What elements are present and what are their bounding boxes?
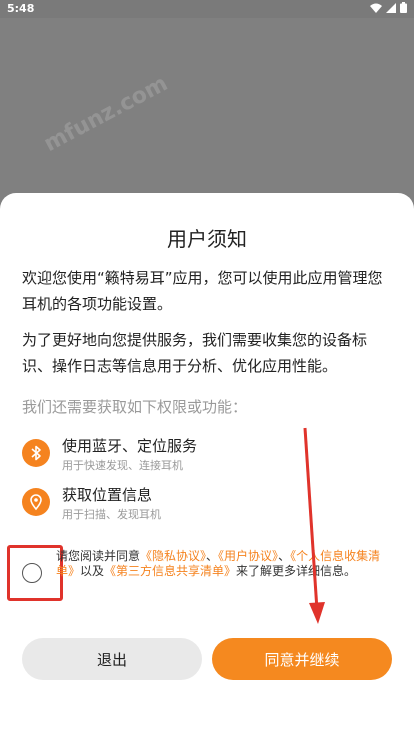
user-notice-dialog: 用户须知 欢迎您使用“籁特易耳”应用，您可以使用此应用管理您耳机的各项功能设置。… xyxy=(0,193,414,736)
battery-icon xyxy=(400,2,407,13)
permissions-intro: 我们还需要获取如下权限或功能： xyxy=(22,398,248,416)
location-pin-icon xyxy=(22,488,50,516)
bluetooth-icon xyxy=(22,439,50,467)
welcome-paragraph: 欢迎您使用“籁特易耳”应用，您可以使用此应用管理您耳机的各项功能设置。 xyxy=(22,269,383,313)
permission-item-bluetooth: 使用蓝牙、定位服务 用于快速发现、连接耳机 xyxy=(22,435,382,475)
privacy-policy-link[interactable]: 《隐私协议》 xyxy=(140,549,206,563)
permission-item-location: 获取位置信息 用于扫描、发现耳机 xyxy=(22,484,382,524)
status-bar: 5:48 xyxy=(0,0,414,18)
permission-title: 使用蓝牙、定位服务 xyxy=(62,437,198,455)
agreement-separator: 、 xyxy=(206,549,219,563)
permission-subtitle: 用于快速发现、连接耳机 xyxy=(62,459,183,472)
agree-continue-button[interactable]: 同意并继续 xyxy=(212,638,392,680)
permission-subtitle: 用于扫描、发现耳机 xyxy=(62,508,161,521)
wifi-icon xyxy=(370,3,382,13)
exit-button[interactable]: 退出 xyxy=(22,638,202,680)
agreement-separator: 、 xyxy=(278,549,291,563)
status-time: 5:48 xyxy=(7,2,35,15)
agreement-suffix: 来了解更多详细信息。 xyxy=(236,564,357,578)
permission-title: 获取位置信息 xyxy=(62,486,153,504)
user-agreement-link[interactable]: 《用户协议》 xyxy=(218,549,278,563)
status-icons xyxy=(370,2,407,13)
data-collection-paragraph: 为了更好地向您提供服务，我们需要收集您的设备标识、操作日志等信息用于分析、优化应… xyxy=(22,331,368,375)
agreement-prefix: 请您阅读并同意 xyxy=(56,549,141,563)
agreement-middle: 以及 xyxy=(80,564,105,578)
signal-icon xyxy=(386,2,396,13)
dialog-title: 用户须知 xyxy=(167,227,247,251)
third-party-sharing-link[interactable]: 《第三方信息共享清单》 xyxy=(104,564,236,578)
agreement-checkbox[interactable] xyxy=(22,563,42,583)
agreement-text: 请您阅读并同意《隐私协议》、《用户协议》、《个人信息收集清单》以及《第三方信息共… xyxy=(56,549,396,579)
